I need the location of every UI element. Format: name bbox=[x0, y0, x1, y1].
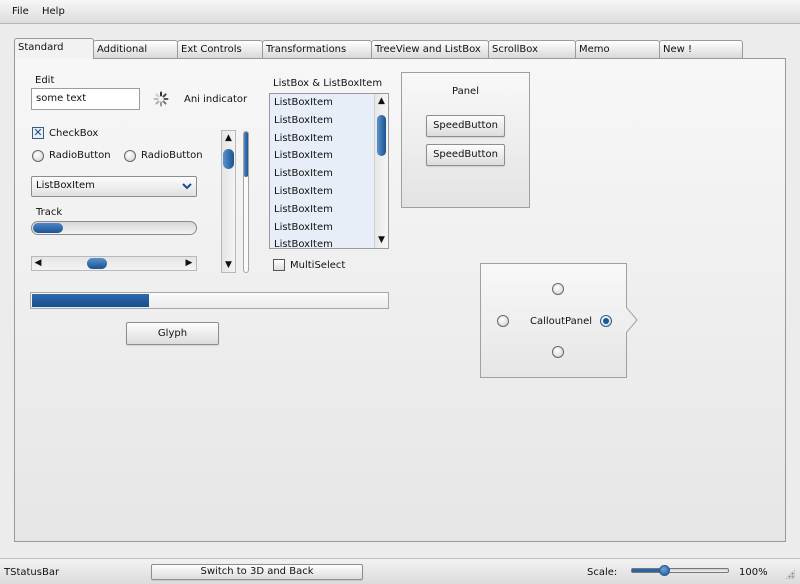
callout-pointer bbox=[625, 306, 638, 334]
multiselect-label: MultiSelect bbox=[290, 260, 346, 271]
list-item[interactable]: ListBoxItem bbox=[270, 112, 374, 130]
edit-field[interactable]: some text bbox=[31, 88, 140, 110]
list-item[interactable]: ListBoxItem bbox=[270, 147, 374, 165]
vertical-track-bar[interactable] bbox=[243, 131, 249, 273]
checkbox-label: CheckBox bbox=[49, 128, 99, 139]
listbox-items: ListBoxItem ListBoxItem ListBoxItem List… bbox=[270, 94, 374, 248]
glyph-button[interactable]: Glyph bbox=[126, 322, 219, 345]
list-item[interactable]: ListBoxItem bbox=[270, 236, 374, 248]
speed-button-2[interactable]: SpeedButton bbox=[426, 144, 505, 166]
callout-radio-top[interactable] bbox=[552, 283, 564, 295]
track-fill bbox=[33, 223, 63, 233]
edit-label: Edit bbox=[35, 75, 55, 86]
callout-radio-bottom[interactable] bbox=[552, 346, 564, 358]
combo-value: ListBoxItem bbox=[36, 180, 95, 191]
radio-button-1-label: RadioButton bbox=[49, 150, 111, 161]
callout-radio-right[interactable] bbox=[600, 315, 612, 327]
panel: Panel SpeedButton SpeedButton bbox=[401, 72, 530, 208]
checkbox[interactable]: ✕ bbox=[32, 127, 44, 139]
progress-bar bbox=[30, 292, 389, 309]
vertical-track-fill bbox=[244, 132, 248, 177]
listbox[interactable]: ListBoxItem ListBoxItem ListBoxItem List… bbox=[269, 93, 389, 249]
list-item[interactable]: ListBoxItem bbox=[270, 94, 374, 112]
multiselect-checkbox[interactable] bbox=[273, 259, 285, 271]
list-item[interactable]: ListBoxItem bbox=[270, 219, 374, 237]
callout-radio-left[interactable] bbox=[497, 315, 509, 327]
horizontal-scroll-thumb[interactable] bbox=[87, 258, 107, 269]
callout-label: CalloutPanel bbox=[530, 316, 593, 327]
scroll-left-icon[interactable]: ◀ bbox=[33, 257, 43, 269]
listbox-scrollbar[interactable]: ▲ ▼ bbox=[374, 94, 388, 248]
chevron-down-icon[interactable] bbox=[181, 180, 193, 192]
track-bar[interactable] bbox=[31, 221, 197, 235]
panel-title: Panel bbox=[452, 86, 479, 97]
vertical-scroll-thumb[interactable] bbox=[223, 149, 234, 169]
listbox-scroll-up-icon[interactable]: ▲ bbox=[375, 95, 388, 107]
radio-button-2-label: RadioButton bbox=[141, 150, 203, 161]
speed-button-1[interactable]: SpeedButton bbox=[426, 115, 505, 137]
radio-button-1[interactable] bbox=[32, 150, 44, 162]
list-item[interactable]: ListBoxItem bbox=[270, 201, 374, 219]
list-item[interactable]: ListBoxItem bbox=[270, 130, 374, 148]
listbox-scroll-thumb[interactable] bbox=[377, 115, 386, 156]
scroll-up-icon[interactable]: ▲ bbox=[222, 132, 235, 144]
listbox-scroll-down-icon[interactable]: ▼ bbox=[375, 234, 388, 246]
radio-button-2[interactable] bbox=[124, 150, 136, 162]
listbox-title: ListBox & ListBoxItem bbox=[273, 78, 383, 89]
horizontal-scrollbar[interactable]: ◀ ▶ bbox=[31, 256, 197, 271]
list-item[interactable]: ListBoxItem bbox=[270, 183, 374, 201]
spinner-icon bbox=[153, 91, 169, 107]
progress-fill bbox=[32, 294, 149, 307]
ani-indicator-label: Ani indicator bbox=[184, 94, 248, 105]
scroll-down-icon[interactable]: ▼ bbox=[222, 259, 235, 271]
track-label: Track bbox=[36, 207, 63, 218]
scroll-right-icon[interactable]: ▶ bbox=[184, 257, 194, 269]
combo-box[interactable]: ListBoxItem bbox=[31, 176, 197, 197]
callout-panel: CalloutPanel bbox=[480, 263, 627, 378]
vertical-scrollbar[interactable]: ▲ ▼ bbox=[221, 130, 236, 273]
list-item[interactable]: ListBoxItem bbox=[270, 165, 374, 183]
